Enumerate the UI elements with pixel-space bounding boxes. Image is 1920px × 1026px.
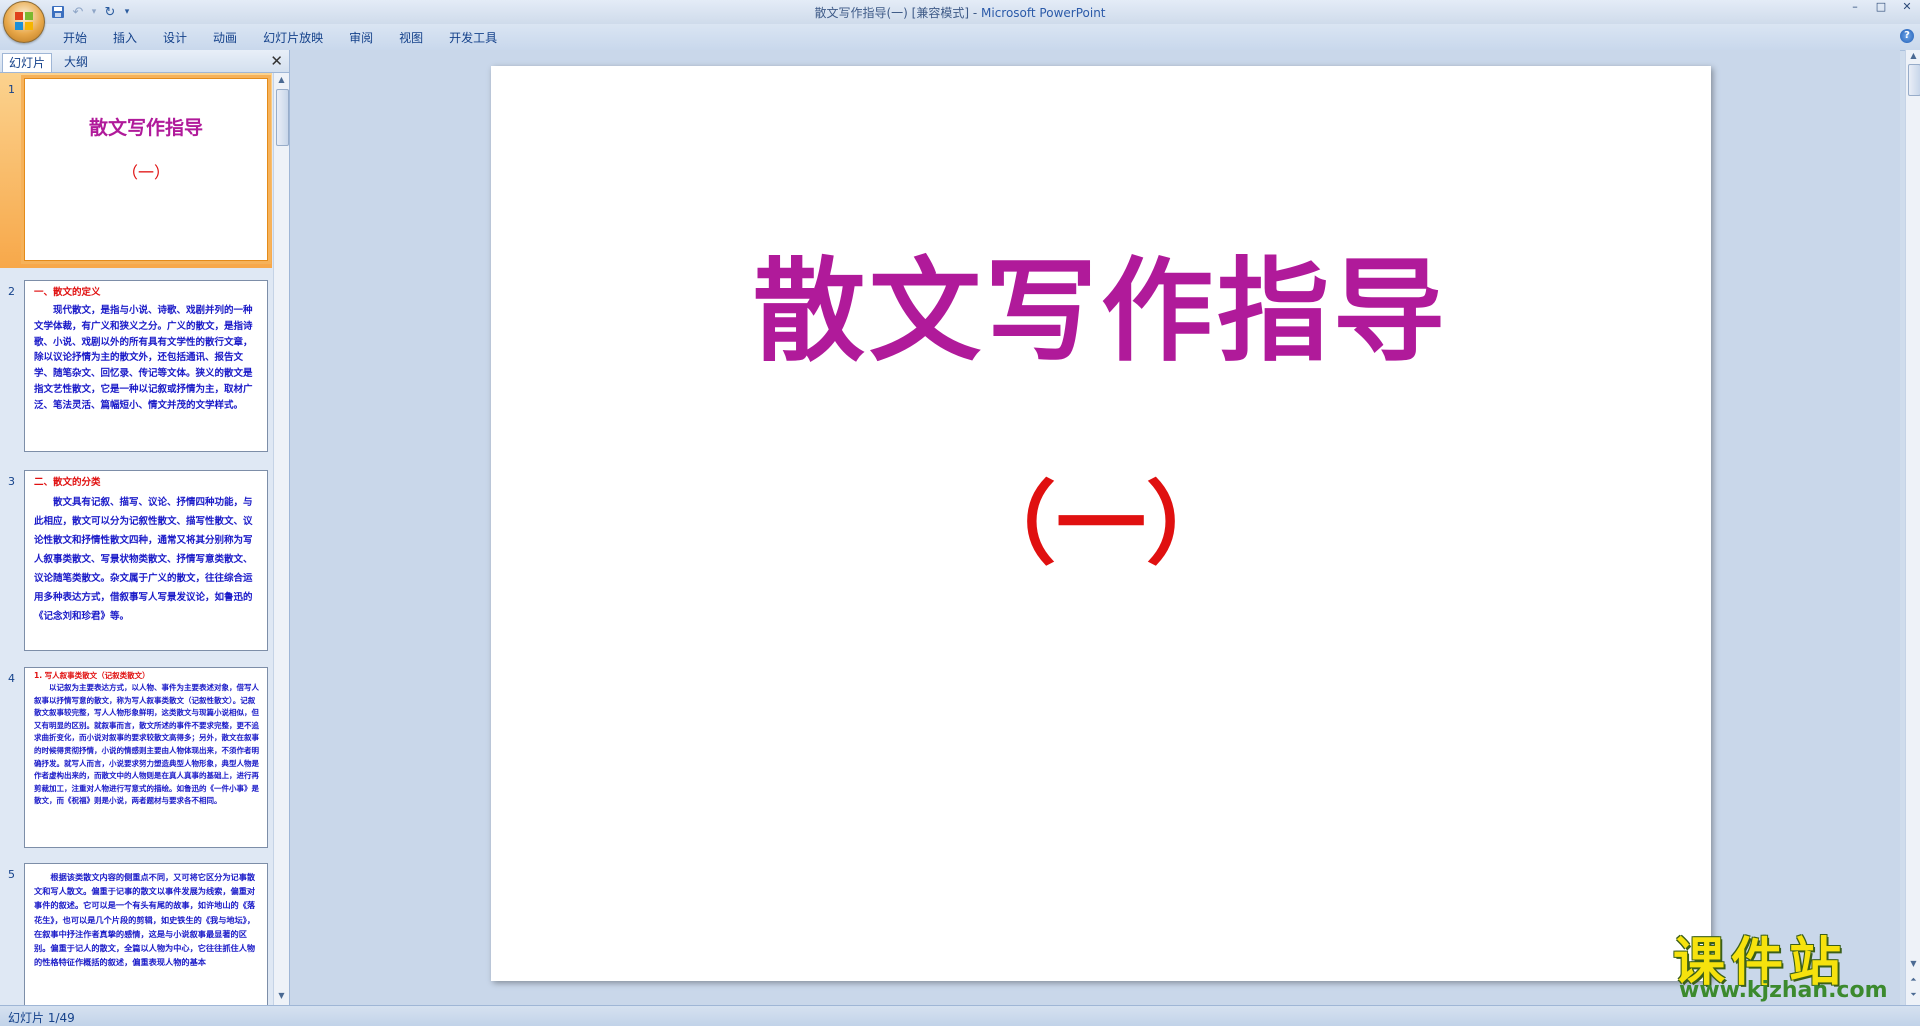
thumbnail-number: 1	[8, 83, 15, 96]
slide-scrollbar[interactable]: ▲ ▼ ⏶ ⏷	[1905, 50, 1920, 1005]
slide-canvas[interactable]: 散文写作指导 （一）	[491, 66, 1711, 981]
pane-close-icon[interactable]: ✕	[270, 52, 283, 70]
tab-home[interactable]: 开始	[50, 28, 100, 48]
thumbnail-heading: 1. 写人叙事类散文（记叙类散文）	[34, 671, 150, 680]
tab-slide-show[interactable]: 幻灯片放映	[250, 28, 336, 48]
scroll-thumb[interactable]	[1908, 64, 1920, 96]
thumbnail-number: 2	[8, 285, 15, 298]
thumbnail-heading: 二、散文的分类	[34, 477, 101, 488]
status-bar: 幻灯片 1/49	[0, 1005, 1920, 1026]
thumbnail-scrollbar[interactable]: ▲ ▼	[273, 73, 289, 1005]
pane-tabs: 幻灯片 大纲 ✕	[0, 50, 289, 73]
thumbnail-heading: 一、散文的定义	[34, 287, 101, 298]
window-title: 散文写作指导(一) [兼容模式] - Microsoft PowerPoint	[0, 4, 1920, 21]
scroll-thumb[interactable]	[276, 89, 289, 146]
tab-view[interactable]: 视图	[386, 28, 436, 48]
document-title: 散文写作指导(一) [兼容模式] -	[814, 6, 981, 20]
help-icon[interactable]: ?	[1900, 29, 1914, 43]
ribbon-tab-bar: 开始 插入 设计 动画 幻灯片放映 审阅 视图 开发工具 ?	[0, 24, 1920, 51]
thumbnail-title: 散文写作指导	[88, 117, 203, 139]
next-slide-icon[interactable]: ⏷	[1907, 990, 1920, 1002]
thumbnail-number: 4	[8, 672, 15, 685]
slide-thumbnail-list: 1 散文写作指导 （一） 2 一、散文的定义 现代散文，是指与小说、诗歌、戏剧并…	[0, 73, 272, 1005]
office-button[interactable]	[3, 1, 45, 43]
scroll-up-icon[interactable]: ▲	[1907, 51, 1920, 63]
office-logo-icon	[15, 12, 33, 30]
watermark-logo: 课件站 www.kjzhan.com	[1665, 920, 1905, 1005]
slide-thumbnail-3[interactable]: 二、散文的分类 散文具有记叙、描写、议论、抒情四种功能，与此相应，散文可以分为记…	[24, 470, 268, 651]
tab-insert[interactable]: 插入	[100, 28, 150, 48]
slide-thumbnail-5[interactable]: 根据该类散文内容的侧重点不同，又可将它区分为记事散文和写人散文。偏重于记事的散文…	[24, 863, 268, 1005]
thumbnail-number: 3	[8, 475, 15, 488]
thumbnail-body: 现代散文，是指与小说、诗歌、戏剧并列的一种文学体裁，有广义和狭义之分。广义的散文…	[34, 305, 253, 411]
thumbnail-subtitle: （一）	[121, 163, 170, 182]
scroll-down-icon[interactable]: ▼	[275, 991, 288, 1003]
thumbnail-body: 根据该类散文内容的侧重点不同，又可将它区分为记事散文和写人散文。偏重于记事的散文…	[34, 872, 256, 968]
tab-outline[interactable]: 大纲	[58, 53, 94, 71]
slide-thumbnail-1[interactable]: 散文写作指导 （一）	[24, 78, 268, 261]
previous-slide-icon[interactable]: ⏶	[1907, 975, 1920, 987]
slides-pane: 幻灯片 大纲 ✕ 1 散文写作指导 （一） 2 一、散文的定义 现代散文，是指与…	[0, 50, 290, 1005]
tab-developer[interactable]: 开发工具	[436, 28, 510, 48]
tab-design[interactable]: 设计	[150, 28, 200, 48]
scroll-up-icon[interactable]: ▲	[275, 75, 288, 87]
minimize-button[interactable]: –	[1842, 0, 1868, 16]
window-controls: – □ ✕	[1842, 0, 1920, 18]
slide-thumbnail-2[interactable]: 一、散文的定义 现代散文，是指与小说、诗歌、戏剧并列的一种文学体裁，有广义和狭义…	[24, 280, 268, 452]
maximize-button[interactable]: □	[1868, 0, 1894, 16]
app-name: Microsoft PowerPoint	[981, 6, 1106, 20]
watermark-url: www.kjzhan.com	[1679, 978, 1888, 1003]
slide-title[interactable]: 散文写作指导	[491, 221, 1711, 383]
thumbnail-body: 散文具有记叙、描写、议论、抒情四种功能，与此相应，散文可以分为记叙性散文、描写性…	[34, 497, 253, 622]
thumbnail-body: 以记叙为主要表达方式，以人物、事件为主要表述对象，借写人叙事以抒情写意的散文，称…	[34, 683, 259, 806]
tab-slides[interactable]: 幻灯片	[2, 53, 53, 72]
slide-thumbnail-4[interactable]: 1. 写人叙事类散文（记叙类散文） 以记叙为主要表达方式，以人物、事件为主要表述…	[24, 667, 268, 848]
tab-animations[interactable]: 动画	[200, 28, 250, 48]
thumbnail-number: 5	[8, 868, 15, 881]
slide-counter: 幻灯片 1/49	[8, 1011, 75, 1025]
scroll-down-icon[interactable]: ▼	[1907, 959, 1920, 971]
slide-subtitle[interactable]: （一）	[491, 451, 1711, 581]
close-button[interactable]: ✕	[1894, 0, 1920, 16]
title-bar: ↶ ▾ ↻ ▾ 散文写作指导(一) [兼容模式] - Microsoft Pow…	[0, 0, 1920, 24]
tab-review[interactable]: 审阅	[336, 28, 386, 48]
